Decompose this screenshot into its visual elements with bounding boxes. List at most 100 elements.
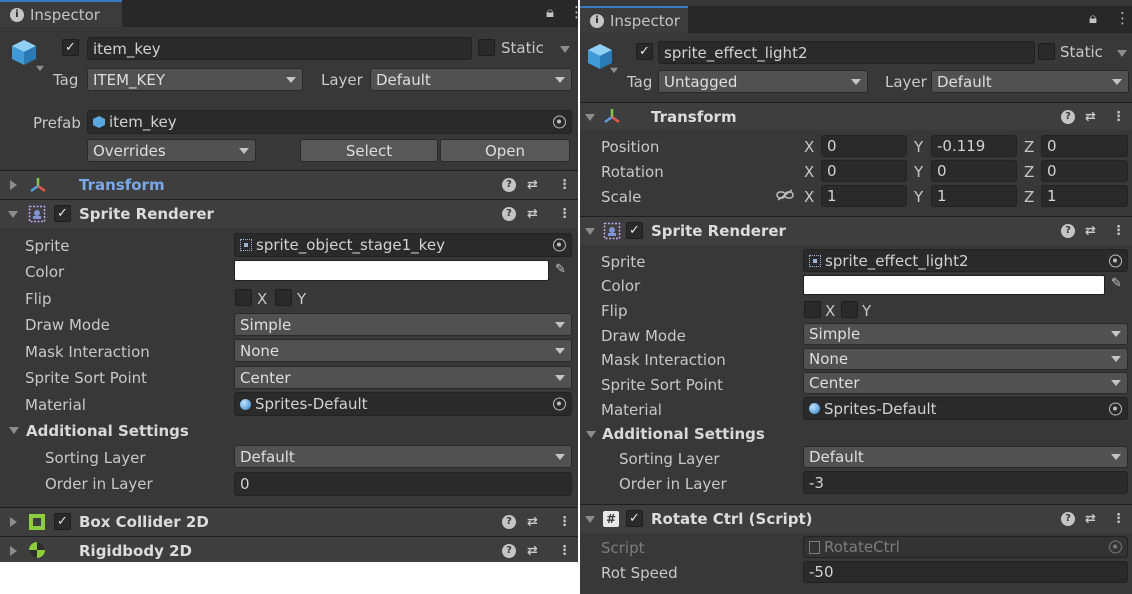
sprite-sort-point-dropdown[interactable]: Center [234,366,572,389]
static-dropdown-arrow[interactable] [560,46,570,53]
eyedropper-icon[interactable]: ✎ [555,262,566,277]
static-checkbox[interactable] [478,39,495,56]
active-checkbox[interactable]: ✓ [62,39,79,56]
color-swatch[interactable] [234,260,549,281]
position-x-field[interactable]: 0 [821,135,907,157]
component-enabled-checkbox[interactable]: ✓ [54,513,71,530]
foldout-arrow[interactable] [8,211,18,218]
sprite-renderer-header[interactable]: ✓ Sprite Renderer ? ⇄ ⋮ [0,199,578,228]
sprite-renderer-header[interactable]: ✓ Sprite Renderer ? ⇄ ⋮ [580,216,1132,245]
active-checkbox[interactable]: ✓ [636,43,653,60]
kebab-menu-icon[interactable]: ⋮ [558,207,571,222]
presets-icon[interactable]: ⇄ [1085,224,1096,239]
foldout-arrow[interactable] [10,517,17,527]
overrides-dropdown[interactable]: Overrides [87,139,256,162]
draw-mode-dropdown[interactable]: Simple [803,323,1128,345]
flip-y-checkbox[interactable] [841,301,858,318]
scale-x-field[interactable]: 1 [821,185,907,207]
rotation-z-field[interactable]: 0 [1041,160,1128,182]
tab-inspector[interactable]: i Inspector [0,0,122,27]
mask-interaction-dropdown[interactable]: None [234,339,572,362]
presets-icon[interactable]: ⇄ [527,543,538,558]
material-field[interactable]: Sprites-Default [234,392,572,416]
help-icon[interactable]: ? [502,178,516,192]
sorting-layer-dropdown[interactable]: Default [803,446,1128,468]
lock-icon[interactable]: 🔒︎ [546,3,554,21]
sorting-layer-dropdown[interactable]: Default [234,445,572,468]
foldout-arrow[interactable] [585,114,595,121]
foldout-arrow[interactable] [10,546,17,556]
presets-icon[interactable]: ⇄ [1085,512,1096,527]
static-dropdown-arrow[interactable] [1117,50,1127,57]
rotation-x-field[interactable]: 0 [821,160,907,182]
kebab-menu-icon[interactable]: ⋮ [558,515,571,530]
order-in-layer-field[interactable]: 0 [234,472,572,496]
eyedropper-icon[interactable]: ✎ [1111,276,1122,291]
rot-speed-field[interactable]: -50 [803,561,1128,583]
additional-settings-foldout[interactable] [586,431,596,438]
layer-dropdown[interactable]: Default [370,68,572,91]
mask-interaction-dropdown[interactable]: None [803,348,1128,370]
scale-y-field[interactable]: 1 [931,185,1017,207]
component-enabled-checkbox[interactable]: ✓ [626,222,643,239]
icon-dropdown-arrow[interactable] [610,67,618,74]
transform-header[interactable]: Transform ? ⇄ ⋮ [580,102,1132,130]
position-z-field[interactable]: 0 [1041,135,1128,157]
box-collider-header[interactable]: ✓ Box Collider 2D ? ⇄ ⋮ [0,507,578,536]
tab-inspector[interactable]: i Inspector [580,6,688,33]
foldout-arrow[interactable] [585,516,595,523]
order-in-layer-field[interactable]: -3 [803,471,1128,494]
help-icon[interactable]: ? [502,515,516,529]
icon-dropdown-arrow[interactable] [36,65,44,72]
additional-settings-title[interactable]: Additional Settings [26,422,189,440]
scale-z-field[interactable]: 1 [1041,185,1128,207]
sprite-field[interactable]: sprite_effect_light2 [803,249,1128,272]
object-picker-icon[interactable] [1109,254,1122,267]
object-picker-icon[interactable] [553,115,566,129]
static-checkbox[interactable] [1038,43,1055,60]
layer-dropdown[interactable]: Default [931,70,1129,93]
help-icon[interactable]: ? [1061,224,1075,238]
additional-settings-foldout[interactable] [9,427,19,434]
material-field[interactable]: Sprites-Default [803,397,1128,420]
help-icon[interactable]: ? [502,207,516,221]
draw-mode-dropdown[interactable]: Simple [234,313,572,336]
kebab-menu-icon[interactable]: ⋮ [1112,109,1125,124]
object-picker-icon[interactable] [553,397,566,411]
flip-x-checkbox[interactable] [804,301,821,318]
select-button[interactable]: Select [300,139,438,162]
kebab-menu-icon[interactable]: ⋮ [1112,512,1125,527]
rotation-y-field[interactable]: 0 [931,160,1017,182]
sprite-field[interactable]: sprite_object_stage1_key [234,233,572,257]
object-picker-icon[interactable] [553,238,566,252]
prefab-field[interactable]: item_key [87,110,572,134]
object-picker-icon[interactable] [1109,402,1122,415]
foldout-arrow[interactable] [10,180,17,190]
kebab-menu-icon[interactable]: ⋮ [1115,9,1130,27]
flip-y-checkbox[interactable] [275,289,292,306]
object-name-field[interactable]: sprite_effect_light2 [658,41,1035,64]
tag-dropdown[interactable]: ITEM_KEY [87,68,303,91]
object-name-field[interactable]: item_key [87,37,472,60]
constrain-proportions-icon[interactable] [776,189,794,201]
component-enabled-checkbox[interactable]: ✓ [54,205,71,222]
kebab-menu-icon[interactable]: ⋮ [569,3,578,21]
help-icon[interactable]: ? [502,543,516,558]
lock-icon[interactable]: 🔒︎ [1089,9,1097,27]
transform-header[interactable]: Transform ? ⇄ ⋮ [0,170,578,199]
kebab-menu-icon[interactable]: ⋮ [558,178,571,193]
open-button[interactable]: Open [440,139,570,162]
presets-icon[interactable]: ⇄ [527,207,538,222]
component-enabled-checkbox[interactable]: ✓ [626,510,643,527]
foldout-arrow[interactable] [585,228,595,235]
position-y-field[interactable]: -0.119 [931,135,1017,157]
color-swatch[interactable] [803,275,1105,295]
kebab-menu-icon[interactable]: ⋮ [558,543,571,558]
presets-icon[interactable]: ⇄ [1085,109,1096,124]
rigidbody-header[interactable]: Rigidbody 2D ? ⇄ ⋮ [0,536,578,562]
presets-icon[interactable]: ⇄ [527,515,538,530]
additional-settings-title[interactable]: Additional Settings [602,425,765,443]
flip-x-checkbox[interactable] [235,289,252,306]
rotate-ctrl-header[interactable]: # ✓ Rotate Ctrl (Script) ? ⇄ ⋮ [580,504,1132,533]
sprite-sort-point-dropdown[interactable]: Center [803,372,1128,394]
